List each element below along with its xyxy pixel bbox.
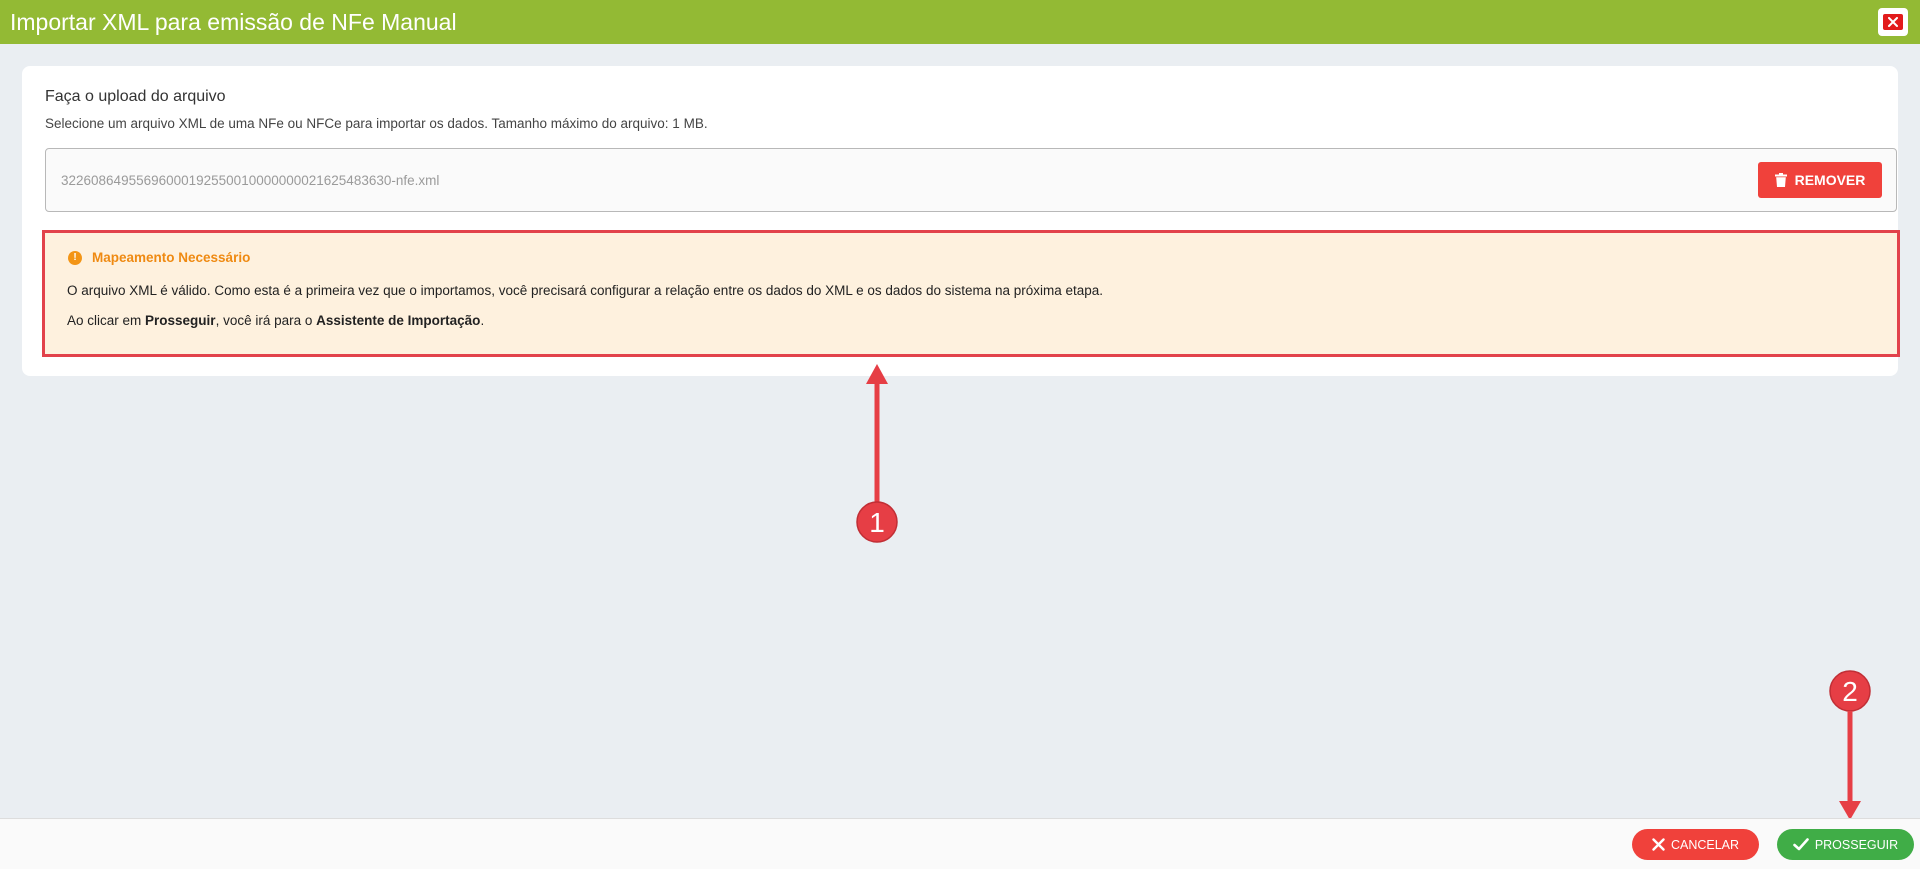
proceed-button-label: PROSSEGUIR <box>1814 837 1899 852</box>
window-title: Importar XML para emissão de NFe Manual <box>10 8 457 35</box>
annotation-marker-2-label: 2 <box>1842 676 1858 707</box>
alert-message: O arquivo XML é válido. Como esta é a pr… <box>67 283 1104 298</box>
alert-instruction: Ao clicar em Prosseguir, você irá para o… <box>67 313 484 328</box>
cancel-button-label: CANCELAR <box>1670 837 1740 852</box>
close-button[interactable] <box>1878 8 1908 36</box>
alert-instruction-assistente: Assistente de Importação <box>316 313 481 328</box>
alert-header: ! Mapeamento Necessário <box>68 250 250 265</box>
alert-instruction-prefix: Ao clicar em <box>67 313 146 328</box>
alert-instruction-suffix: . <box>480 313 485 328</box>
file-upload-field[interactable]: 3226086495569600019255001000000002162548… <box>45 148 1897 212</box>
alert-title: Mapeamento Necessário <box>92 250 251 265</box>
annotation-marker-2 <box>1829 670 1871 712</box>
alert-instruction-middle: , você irá para o <box>215 313 317 328</box>
remove-button-label: REMOVER <box>1794 172 1866 188</box>
exclamation-icon: ! <box>68 250 82 265</box>
trash-icon <box>1774 173 1787 187</box>
annotation-highlight-box: ! Mapeamento Necessário O arquivo XML é … <box>42 230 1900 357</box>
close-icon <box>1883 14 1903 30</box>
cancel-button[interactable]: CANCELAR <box>1632 829 1759 860</box>
upload-subtitle: Selecione um arquivo XML de uma NFe ou N… <box>45 116 708 131</box>
annotation-marker-1 <box>856 501 898 543</box>
close-icon <box>1652 838 1665 851</box>
warning-alert: ! Mapeamento Necessário O arquivo XML é … <box>45 233 1897 354</box>
upload-title: Faça o upload do arquivo <box>45 88 226 105</box>
alert-instruction-prosseguir: Prosseguir <box>145 313 216 328</box>
file-name: 3226086495569600019255001000000002162548… <box>61 173 440 188</box>
proceed-button[interactable]: PROSSEGUIR <box>1777 829 1914 860</box>
window-titlebar: Importar XML para emissão de NFe Manual <box>0 0 1920 44</box>
annotation-marker-1-label: 1 <box>869 507 885 538</box>
footer-bar: CANCELAR PROSSEGUIR <box>0 818 1920 869</box>
checkmark-icon <box>1793 838 1809 851</box>
remove-file-button[interactable]: REMOVER <box>1758 162 1882 198</box>
upload-card: Faça o upload do arquivo Selecione um ar… <box>22 66 1900 376</box>
